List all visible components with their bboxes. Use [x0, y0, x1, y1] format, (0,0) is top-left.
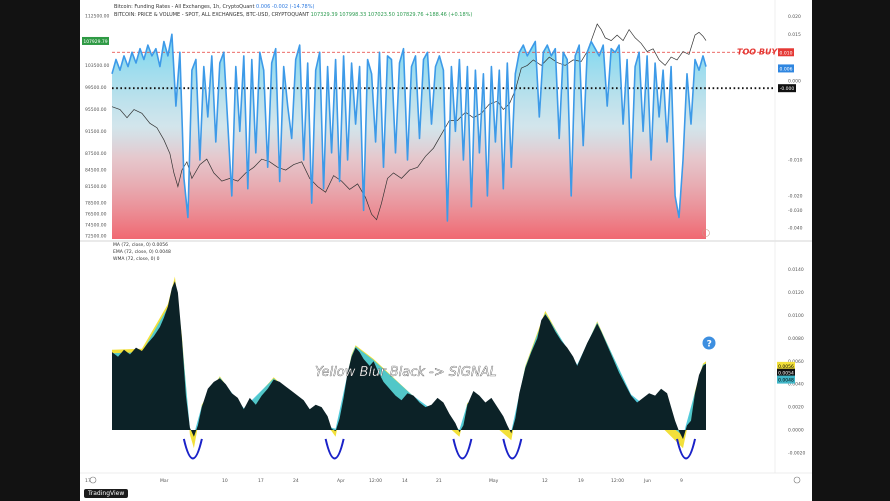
x-axis-tick: 12 — [542, 478, 548, 484]
left-axis-tick: 87500.00 — [85, 151, 107, 157]
left-axis-tick: 81500.00 — [85, 184, 107, 190]
too-buy-badge: 0.010 — [778, 48, 794, 57]
left-axis-tick: 84500.00 — [85, 168, 107, 174]
left-axis-tick: 78500.00 — [85, 201, 107, 207]
funding-badge: 0.006 — [778, 64, 794, 73]
left-axis-tick: 112500.00 — [85, 13, 109, 19]
x-axis-tick: 12:00 — [369, 478, 382, 484]
left-axis-tick: 91500.00 — [85, 129, 107, 135]
ema-badge: 0.0054 — [777, 368, 795, 377]
bottom-axis-tick: 0.0140 — [788, 267, 804, 273]
x-axis-tick: Jun — [643, 478, 651, 484]
x-axis-tick: 14 — [402, 478, 408, 484]
too-buy-badge-text: 0.010 — [780, 50, 793, 56]
x-axis-tick: 24 — [293, 478, 299, 484]
x-axis-tick: Apr — [337, 478, 345, 484]
ma-area — [112, 281, 706, 440]
x-axis-tick: 19 — [578, 478, 584, 484]
help-question-mark: ? — [707, 340, 712, 350]
cryptoquant-logo: CryptoQuant — [765, 490, 810, 498]
x-axis-tick: 21 — [436, 478, 442, 484]
price-badge-text: 107929.79 — [83, 39, 107, 45]
price-badge: 107929.79 — [82, 36, 109, 45]
too-buy-label: TOO BUY — [737, 47, 778, 56]
bottom-axis-tick: 0.0020 — [788, 405, 804, 411]
right-axis-tick: 0.015 — [788, 32, 801, 38]
ma-badge: 0.0056 — [777, 361, 795, 370]
price-title: BITCOIN: PRICE & VOLUME - SPOT, ALL EXCH… — [114, 12, 310, 18]
x-axis-tick: Mar — [160, 478, 169, 484]
price-values: 107329.39 107998.33 107023.50 107829.76 … — [310, 12, 473, 18]
left-axis-tick: 72500.00 — [85, 234, 107, 240]
zero-badge-text: -0.000 — [780, 86, 795, 92]
bottom-axis-tick: 0.0000 — [788, 427, 804, 433]
legend-ema: EMA (72, close, 0) 0.0048 — [113, 250, 171, 255]
funding-header: Bitcoin: Funding Rates - All Exchanges, … — [114, 4, 314, 10]
right-axis-tick: -0.030 — [788, 208, 803, 214]
x-axis-tick: May — [489, 478, 499, 484]
price-header: BITCOIN: PRICE & VOLUME - SPOT, ALL EXCH… — [114, 12, 472, 18]
zero-badge: -0.000 — [778, 84, 796, 93]
left-axis-tick: 74500.00 — [85, 223, 107, 229]
signal-arc — [502, 438, 523, 460]
clock-icon — [89, 476, 97, 484]
right-axis-tick: 0.020 — [788, 14, 801, 20]
x-axis-tick: 17 — [258, 478, 264, 484]
left-axis-tick: 76500.00 — [85, 212, 107, 218]
legend-ma: MA (72, close, 0) 0.0056 — [113, 243, 168, 248]
bottom-axis-tick: -0.0020 — [788, 450, 806, 456]
bottom-axis-tick: 0.0080 — [788, 336, 804, 342]
chart-frame: 112500.00 103500.00 99500.00 95500.00 91500.… — [80, 0, 812, 501]
right-axis-tick: -0.020 — [788, 193, 803, 199]
legend-wma: WMA (72, close, 0) 0 — [113, 257, 160, 262]
right-axis-tick: -0.040 — [788, 226, 803, 232]
right-axis-tick: -0.010 — [788, 158, 803, 164]
x-axis-tick: 9 — [680, 478, 683, 484]
signal-arc — [324, 438, 345, 460]
wma-badge: 0.0048 — [777, 375, 795, 384]
bottom-axis-tick: 0.0120 — [788, 290, 804, 296]
x-axis-tick: 12:00 — [611, 478, 624, 484]
right-axis-tick: 0.000 — [788, 79, 801, 85]
left-axis-tick: 103500.00 — [85, 63, 109, 69]
left-axis-tick: 99500.00 — [85, 85, 107, 91]
left-axis-tick: 95500.00 — [85, 107, 107, 113]
bottom-axis-tick: 0.0100 — [788, 313, 804, 319]
funding-title: Bitcoin: Funding Rates - All Exchanges, … — [114, 4, 255, 10]
signal-arc — [452, 438, 473, 460]
funding-values: 0.006 -0.002 (-14.78%) — [256, 4, 315, 10]
tradingview-logo[interactable]: TradingView — [84, 489, 129, 498]
settings-gear-icon — [793, 476, 801, 484]
funding-badge-text: 0.006 — [780, 66, 793, 72]
wma-badge-text: 0.0048 — [778, 378, 794, 384]
x-axis-tick: 10 — [222, 478, 228, 484]
chart-canvas: 112500.00 103500.00 99500.00 95500.00 91500.… — [80, 0, 812, 484]
signal-annotation: Yellow Blur Black -> SIGNAL — [315, 365, 497, 380]
